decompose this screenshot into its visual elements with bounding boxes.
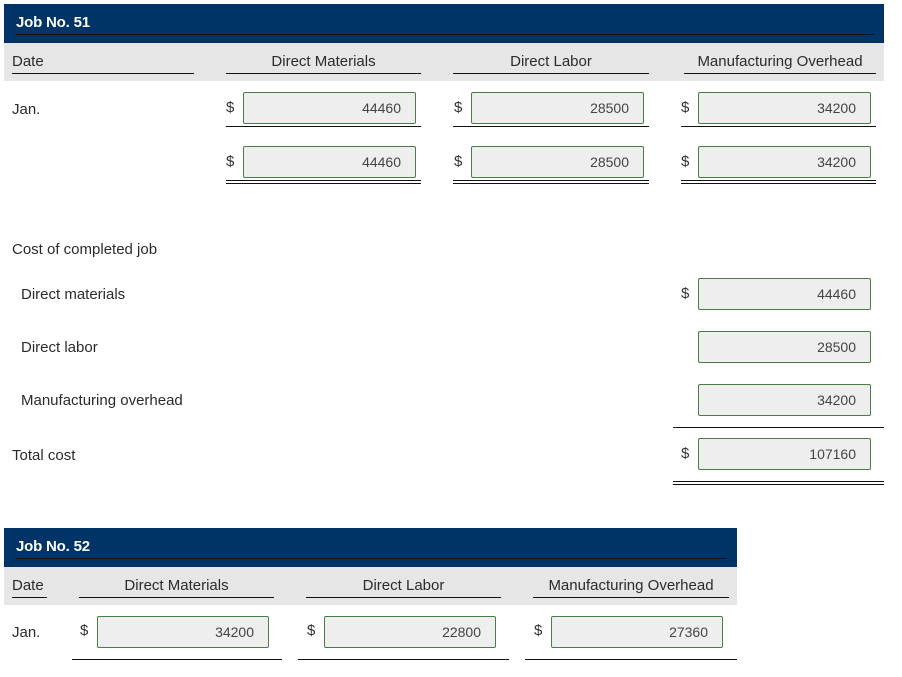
dollar-sign: $: [454, 153, 463, 170]
completed-direct-materials-input[interactable]: 44460: [698, 278, 871, 310]
dollar-sign: $: [681, 99, 690, 116]
job52-header-manufacturing-overhead: Manufacturing Overhead: [533, 577, 729, 598]
dollar-sign: $: [534, 622, 543, 639]
job51-total-dm-double-underline: [226, 180, 421, 184]
job51-row1-dl-underline: [453, 126, 649, 127]
dollar-sign: $: [454, 99, 463, 116]
job51-title-bar: Job No. 51: [4, 4, 884, 43]
job51-row1-manufacturing-overhead-input[interactable]: 34200: [698, 92, 871, 124]
job51-title-rule: [16, 34, 874, 35]
job52-header-band: Date Direct Materials Direct Labor Manuf…: [4, 567, 737, 605]
total-cost-input[interactable]: 107160: [698, 438, 871, 470]
job51-header-band: Date Direct Materials Direct Labor Manuf…: [4, 43, 884, 81]
job52-row1-dl-underline: [298, 659, 509, 660]
dollar-sign: $: [226, 99, 235, 116]
job52-row1-direct-materials-input[interactable]: 34200: [97, 616, 269, 648]
dollar-sign: $: [80, 622, 89, 639]
completed-subtotal-underline: [673, 427, 884, 428]
job51-row1-date: Jan.: [12, 101, 41, 118]
job52-row1-date: Jan.: [12, 624, 41, 641]
job52-title-rule: [16, 558, 727, 559]
job52-row1-manufacturing-overhead-input[interactable]: 27360: [551, 616, 723, 648]
dollar-sign: $: [226, 153, 235, 170]
job52-title: Job No. 52: [16, 538, 90, 555]
total-cost-label: Total cost: [12, 447, 76, 464]
job51-row1-direct-materials-input[interactable]: 44460: [243, 92, 416, 124]
job52-row1-mo-underline: [525, 659, 737, 660]
completed-manufacturing-overhead-input[interactable]: 34200: [698, 384, 871, 416]
job51-row1-dm-underline: [226, 126, 421, 127]
job52-header-direct-materials: Direct Materials: [79, 577, 274, 598]
job51-header-date: Date: [12, 53, 194, 74]
job51-header-manufacturing-overhead: Manufacturing Overhead: [684, 53, 876, 74]
completed-direct-labor-input[interactable]: 28500: [698, 331, 871, 363]
completed-manufacturing-overhead-label: Manufacturing overhead: [21, 392, 183, 409]
job51-total-manufacturing-overhead-input[interactable]: 34200: [698, 146, 871, 178]
total-cost-double-underline: [673, 481, 884, 485]
job51-total-dl-double-underline: [453, 180, 649, 184]
job52-header-date: Date: [12, 577, 47, 598]
job51-total-direct-materials-input[interactable]: 44460: [243, 146, 416, 178]
completed-direct-materials-label: Direct materials: [21, 286, 126, 303]
job52-title-bar: Job No. 52: [4, 528, 737, 567]
job52-header-direct-labor: Direct Labor: [306, 577, 501, 598]
completed-direct-labor-label: Direct labor: [21, 339, 98, 356]
cost-of-completed-job-heading: Cost of completed job: [12, 241, 158, 258]
job51-header-direct-labor: Direct Labor: [453, 53, 649, 74]
dollar-sign: $: [307, 622, 316, 639]
dollar-sign: $: [681, 153, 690, 170]
job51-row1-direct-labor-input[interactable]: 28500: [471, 92, 644, 124]
job51-row1-mo-underline: [681, 126, 876, 127]
job52-row1-dm-underline: [72, 659, 282, 660]
job51-total-direct-labor-input[interactable]: 28500: [471, 146, 644, 178]
job52-row1-direct-labor-input[interactable]: 22800: [324, 616, 496, 648]
dollar-sign: $: [681, 445, 690, 462]
dollar-sign: $: [681, 285, 690, 302]
job51-header-direct-materials: Direct Materials: [226, 53, 421, 74]
job51-title: Job No. 51: [16, 14, 90, 31]
job51-total-mo-double-underline: [681, 180, 876, 184]
